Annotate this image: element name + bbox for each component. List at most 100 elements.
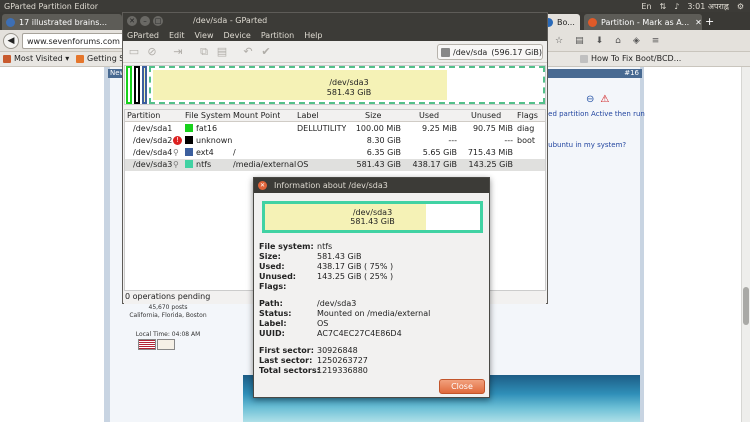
column-header[interactable]: Size [365,111,381,120]
undo-icon[interactable]: ↶ [241,45,255,59]
browser-tab-illustrated-brains[interactable]: 17 illustrated brains... [2,14,122,30]
volume-icon[interactable]: ♪ [674,2,679,11]
menu-icon[interactable]: ≡ [652,36,660,46]
column-header[interactable]: Unused [471,111,501,120]
table-row-selected[interactable]: /dev/sda3 ⚲ ntfs /media/external OS 581.… [125,159,545,171]
dialog-titlebar[interactable]: ✕ Information about /dev/sda3 [254,178,489,193]
graph-partition-name: /dev/sda3 [352,208,393,217]
folder-icon [3,54,11,63]
bookmark-star-icon[interactable]: ☆ [555,36,563,46]
table-row[interactable]: /dev/sda1 fat16 DELLUTILITY 100.00 MiB 9… [125,123,545,135]
menu-help[interactable]: Help [304,31,322,40]
hard-disk-icon [441,47,451,57]
key-icon: ⚲ [173,160,179,169]
user-location: California, Florida, Boston [129,312,207,319]
new-tab-button[interactable]: + [705,15,714,28]
dialog-title: Information about /dev/sda3 [274,181,388,190]
gear-icon[interactable]: ⚙ [737,2,744,11]
user-posts: 45,670 posts [148,304,188,311]
device-size: (596.17 GiB) [491,47,542,57]
device-selector[interactable]: /dev/sda (596.17 GiB) [437,44,543,60]
scrollbar-thumb[interactable] [743,287,749,325]
menu-gparted[interactable]: GParted [127,31,159,40]
california-flag-icon [157,339,175,350]
delete-partition-icon[interactable]: ⊘ [145,45,159,59]
gparted-toolbar: ▭ ⊘ ⇥ ⧉ ▤ ↶ ✔ /dev/sda (596.17 GiB) [123,41,547,63]
tab-favicon-icon [588,17,597,27]
bookmark-getting-started[interactable]: Getting St [76,54,128,63]
close-icon[interactable]: ✕ [127,16,137,26]
firefox-icon [76,54,84,63]
bookmark-most-visited[interactable]: Most Visited ▾ [3,54,69,63]
resize-move-icon[interactable]: ⇥ [171,45,185,59]
quote-icon[interactable]: ⊖ [586,94,594,105]
column-header[interactable]: Partition [127,111,160,120]
minimize-icon[interactable]: – [140,16,150,26]
new-partition-icon[interactable]: ▭ [127,45,141,59]
apply-icon[interactable]: ✔ [259,45,273,59]
browser-tab-partition[interactable]: Partition - Mark as A... ✕ [584,14,702,30]
menu-device[interactable]: Device [223,31,250,40]
us-flag-icon [138,339,156,350]
device-name: /dev/sda [453,47,488,57]
url-bar[interactable]: www.sevenforums.com [22,33,124,49]
graph-segment-sda2[interactable] [134,66,140,104]
table-row[interactable]: /dev/sda4 ⚲ ext4 / 6.35 GiB 5.65 GiB 715… [125,147,545,159]
top-panel: GParted Partition Editor En ⇅ ♪ 3:01 अपर… [0,0,750,12]
pocket-icon[interactable]: ◈ [633,36,640,46]
post-text: ved partition Active then run [544,110,645,118]
fs-color-swatch [185,124,193,132]
bookmark-fix-boot[interactable]: How To Fix Boot/BCD... [580,54,681,63]
column-header[interactable]: Mount Point [233,111,280,120]
column-header[interactable]: Label [297,111,319,120]
url-text: www.sevenforums.com [27,37,120,46]
graph-segment-sda1[interactable] [126,66,132,104]
active-app-title: GParted Partition Editor [4,1,99,11]
graph-segment-sda4[interactable] [142,66,147,104]
network-icon[interactable]: ⇅ [660,2,667,11]
page-icon [580,54,588,63]
reading-list-icon[interactable]: ▤ [575,36,584,46]
partition-usage-graph: /dev/sda3 581.43 GiB [262,201,483,233]
error-icon: ! [173,136,182,145]
partition-info-dialog: ✕ Information about /dev/sda3 /dev/sda3 … [253,177,490,398]
copy-icon[interactable]: ⧉ [197,45,211,59]
column-header[interactable]: Used [419,111,439,120]
post-text: l ubuntu in my system? [544,141,627,149]
paste-icon[interactable]: ▤ [215,45,229,59]
post-number[interactable]: #16 [624,69,639,77]
post-tools: ⊖ ⚠ [586,94,609,105]
table-header: Partition File System Mount Point Label … [125,110,545,122]
column-header[interactable]: File System [185,111,231,120]
menu-partition[interactable]: Partition [261,31,294,40]
back-button[interactable]: ◀ [3,33,19,49]
graph-partition-size: 581.43 GiB [350,217,395,226]
warning-icon[interactable]: ⚠ [600,94,609,105]
key-icon: ⚲ [173,148,179,157]
menu-view[interactable]: View [195,31,214,40]
fs-color-swatch [185,136,193,144]
menu-edit[interactable]: Edit [169,31,185,40]
graph-partition-name: /dev/sda3 [329,78,369,87]
gparted-titlebar[interactable]: ✕ – □ /dev/sda - GParted [123,13,547,29]
table-row[interactable]: /dev/sda2 ! unknown 8.30 GiB --- --- boo… [125,135,545,147]
fs-color-swatch [185,148,193,156]
fs-color-swatch [185,160,193,168]
graph-segment-sda3[interactable]: /dev/sda3 581.43 GiB [149,66,545,104]
gparted-menubar: GParted Edit View Device Partition Help [123,29,547,41]
close-tab-icon[interactable]: ✕ [695,18,702,27]
page-scrollbar[interactable] [741,67,750,422]
clock[interactable]: 3:01 अपराह्न [687,1,728,12]
disk-graph: /dev/sda3 581.43 GiB [124,65,546,105]
user-local-time: Local Time: 04:08 AM [135,331,201,338]
column-header[interactable]: Flags [517,111,538,120]
keyboard-indicator[interactable]: En [641,2,651,11]
tab-favicon-icon [6,17,15,27]
download-icon[interactable]: ⬇ [596,36,604,46]
maximize-icon[interactable]: □ [153,16,163,26]
close-icon[interactable]: ✕ [258,181,267,190]
close-button[interactable]: Close [439,379,485,394]
home-icon[interactable]: ⌂ [615,36,621,46]
graph-partition-size: 581.43 GiB [326,88,372,97]
window-title: /dev/sda - GParted [193,16,268,25]
